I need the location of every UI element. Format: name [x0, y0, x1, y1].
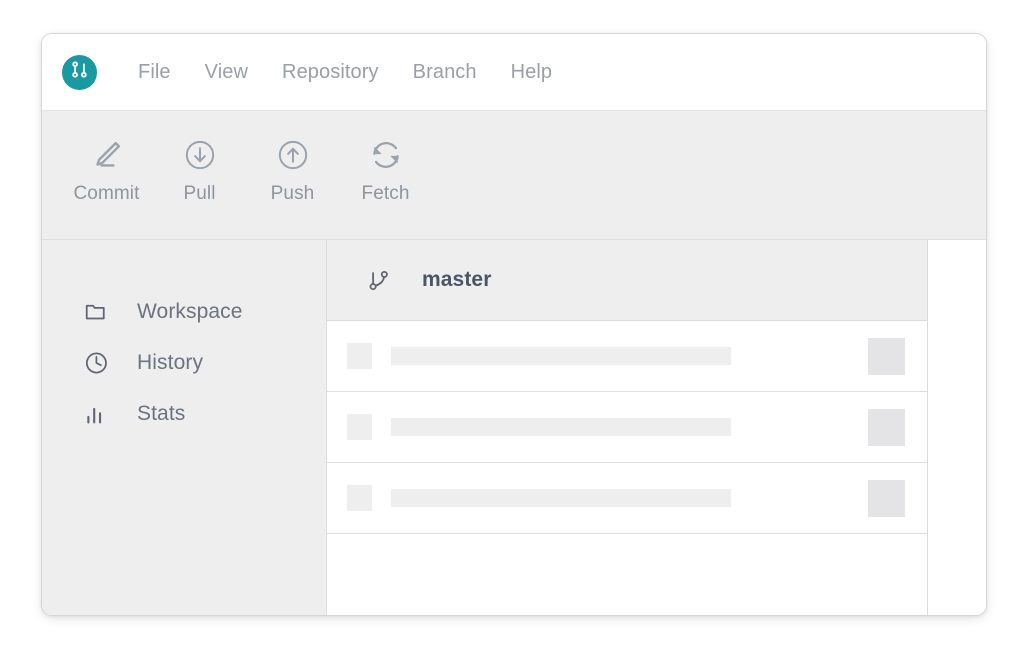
- sync-refresh-icon: [368, 129, 404, 181]
- menu-item-view[interactable]: View: [188, 55, 265, 90]
- avatar-placeholder: [347, 343, 372, 369]
- push-label: Push: [270, 183, 315, 204]
- sidebar-item-history[interactable]: History: [42, 337, 326, 388]
- push-button[interactable]: Push: [246, 129, 339, 205]
- commit-message-placeholder: [391, 418, 731, 436]
- clock-icon: [83, 349, 115, 377]
- menu-item-file[interactable]: File: [121, 55, 188, 90]
- arrow-up-circle-icon: [276, 129, 310, 181]
- menu-bar: File View Repository Branch Help: [42, 34, 986, 111]
- body-area: Workspace History Stats master: [42, 240, 986, 615]
- sidebar-item-history-label: History: [137, 350, 204, 374]
- detail-panel: [928, 240, 986, 615]
- pencil-icon: [88, 129, 126, 181]
- commit-message-placeholder: [391, 347, 731, 365]
- folder-icon: [83, 298, 115, 326]
- menu-item-help[interactable]: Help: [494, 55, 570, 90]
- avatar-placeholder: [347, 485, 372, 511]
- table-row[interactable]: [327, 463, 927, 534]
- fetch-button[interactable]: Fetch: [339, 129, 432, 205]
- commit-label: Commit: [73, 183, 140, 204]
- avatar-placeholder: [347, 414, 372, 440]
- sidebar-item-stats[interactable]: Stats: [42, 388, 326, 439]
- branch-name: master: [422, 268, 492, 291]
- bar-chart-icon: [83, 400, 115, 428]
- commit-button[interactable]: Commit: [60, 129, 153, 205]
- table-row[interactable]: [327, 392, 927, 463]
- menu-item-repository[interactable]: Repository: [265, 55, 396, 90]
- fetch-label: Fetch: [361, 183, 410, 204]
- sidebar-item-stats-label: Stats: [137, 401, 186, 425]
- commit-list-panel: master: [327, 240, 928, 615]
- commit-badge-placeholder: [868, 479, 905, 517]
- pull-label: Pull: [183, 183, 216, 204]
- branch-header[interactable]: master: [327, 240, 927, 321]
- toolbar: Commit Pull Push Fetch: [42, 111, 986, 240]
- commit-badge-placeholder: [868, 337, 905, 375]
- sidebar: Workspace History Stats: [42, 240, 327, 615]
- arrow-down-circle-icon: [183, 129, 217, 181]
- sidebar-item-workspace[interactable]: Workspace: [42, 286, 326, 337]
- git-branch-icon: [69, 59, 90, 85]
- pull-button[interactable]: Pull: [153, 129, 246, 205]
- app-window: File View Repository Branch Help Commit: [41, 33, 987, 616]
- sidebar-item-workspace-label: Workspace: [137, 299, 243, 323]
- git-branch-icon: [365, 267, 392, 294]
- table-row[interactable]: [327, 321, 927, 392]
- commit-list-empty-area: [327, 534, 927, 615]
- menu-item-branch[interactable]: Branch: [396, 55, 494, 90]
- commit-message-placeholder: [391, 489, 731, 507]
- commit-list: [327, 321, 927, 615]
- app-logo[interactable]: [62, 54, 97, 90]
- commit-badge-placeholder: [868, 408, 905, 446]
